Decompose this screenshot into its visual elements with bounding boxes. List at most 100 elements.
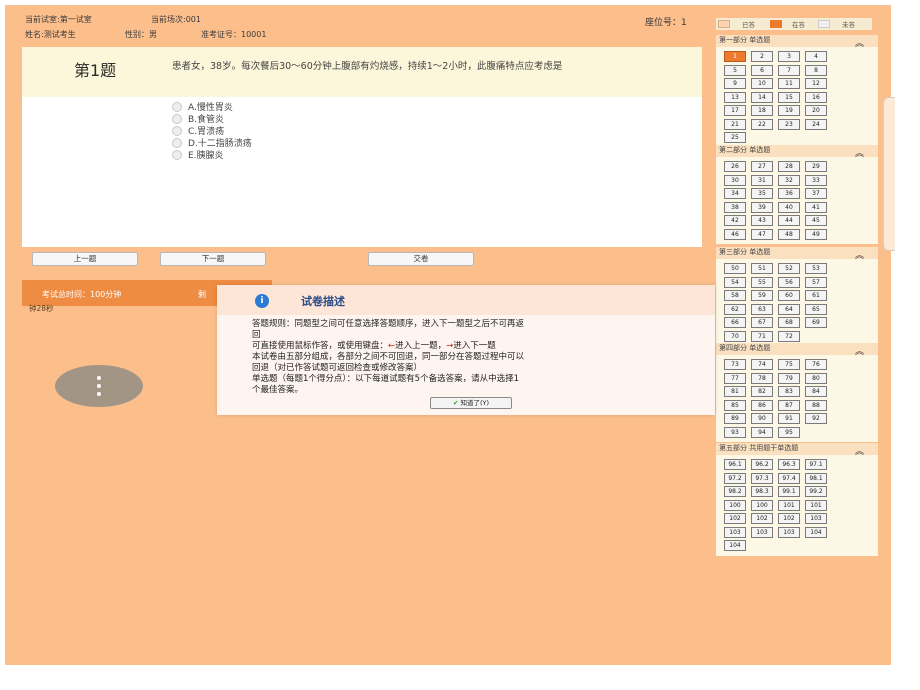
question-cell[interactable]: 50 — [724, 263, 746, 274]
question-cell[interactable]: 76 — [805, 359, 827, 370]
question-cell[interactable]: 36 — [778, 188, 800, 199]
question-cell[interactable]: 102 — [751, 513, 773, 524]
question-cell[interactable]: 95 — [778, 426, 800, 438]
question-cell[interactable]: 91 — [778, 413, 800, 424]
question-cell[interactable]: 26 — [724, 161, 746, 172]
question-cell[interactable]: 98.3 — [751, 486, 773, 497]
side-scroll-handle[interactable] — [883, 97, 895, 251]
submit-button[interactable]: 交卷 — [368, 252, 474, 266]
question-cell[interactable]: 43 — [751, 215, 773, 226]
question-cell[interactable]: 55 — [751, 276, 773, 288]
question-cell[interactable]: 23 — [778, 118, 800, 130]
question-cell[interactable]: 15 — [778, 91, 800, 103]
question-cell[interactable]: 1 — [724, 51, 746, 62]
question-cell[interactable]: 104 — [805, 526, 827, 538]
question-cell[interactable]: 46 — [724, 228, 746, 240]
question-cell[interactable]: 82 — [751, 386, 773, 397]
question-cell[interactable]: 44 — [778, 215, 800, 226]
question-cell[interactable]: 63 — [751, 303, 773, 315]
question-cell[interactable]: 67 — [751, 317, 773, 328]
question-cell[interactable]: 83 — [778, 386, 800, 397]
question-cell[interactable]: 48 — [778, 228, 800, 240]
question-cell[interactable]: 53 — [805, 263, 827, 274]
question-cell[interactable]: 7 — [778, 64, 800, 76]
question-cell[interactable]: 65 — [805, 303, 827, 315]
question-cell[interactable]: 78 — [751, 372, 773, 384]
question-cell[interactable]: 84 — [805, 386, 827, 397]
question-cell[interactable]: 77 — [724, 372, 746, 384]
question-cell[interactable]: 11 — [778, 78, 800, 89]
question-cell[interactable]: 97.2 — [724, 472, 746, 484]
prev-button[interactable]: 上一题 — [32, 252, 138, 266]
question-cell[interactable]: 21 — [724, 118, 746, 130]
question-cell[interactable]: 2 — [751, 51, 773, 62]
question-cell[interactable]: 73 — [724, 359, 746, 370]
question-cell[interactable]: 38 — [724, 201, 746, 213]
question-cell[interactable]: 27 — [751, 161, 773, 172]
question-cell[interactable]: 81 — [724, 386, 746, 397]
question-cell[interactable]: 62 — [724, 303, 746, 315]
question-cell[interactable]: 103 — [751, 526, 773, 538]
question-cell[interactable]: 79 — [778, 372, 800, 384]
question-cell[interactable]: 10 — [751, 78, 773, 89]
question-cell[interactable]: 20 — [805, 105, 827, 116]
question-cell[interactable]: 17 — [724, 105, 746, 116]
question-cell[interactable]: 72 — [778, 330, 800, 342]
question-cell[interactable]: 9 — [724, 78, 746, 89]
option-e[interactable]: E.胰腺炎 — [172, 148, 224, 161]
question-cell[interactable]: 87 — [778, 399, 800, 411]
question-cell[interactable]: 8 — [805, 64, 827, 76]
question-cell[interactable]: 99.2 — [805, 486, 827, 497]
question-cell[interactable]: 45 — [805, 215, 827, 226]
question-cell[interactable]: 3 — [778, 51, 800, 62]
question-cell[interactable]: 33 — [805, 174, 827, 186]
question-cell[interactable]: 57 — [805, 276, 827, 288]
question-cell[interactable]: 52 — [778, 263, 800, 274]
question-cell[interactable]: 92 — [805, 413, 827, 424]
question-cell[interactable]: 85 — [724, 399, 746, 411]
question-cell[interactable]: 25 — [724, 132, 746, 143]
question-cell[interactable]: 47 — [751, 228, 773, 240]
question-cell[interactable]: 103 — [724, 526, 746, 538]
question-cell[interactable]: 49 — [805, 228, 827, 240]
question-cell[interactable]: 100 — [751, 499, 773, 511]
question-cell[interactable]: 22 — [751, 118, 773, 130]
radio-icon[interactable] — [172, 101, 182, 112]
question-cell[interactable]: 88 — [805, 399, 827, 411]
question-cell[interactable]: 58 — [724, 290, 746, 301]
question-cell[interactable]: 14 — [751, 91, 773, 103]
question-cell[interactable]: 19 — [778, 105, 800, 116]
question-cell[interactable]: 71 — [751, 330, 773, 342]
question-cell[interactable]: 94 — [751, 426, 773, 438]
question-cell[interactable]: 97.3 — [751, 472, 773, 484]
question-cell[interactable]: 16 — [805, 91, 827, 103]
question-cell[interactable]: 104 — [724, 540, 746, 551]
question-cell[interactable]: 89 — [724, 413, 746, 424]
question-cell[interactable]: 103 — [778, 526, 800, 538]
question-cell[interactable]: 59 — [751, 290, 773, 301]
question-cell[interactable]: 61 — [805, 290, 827, 301]
acknowledge-button[interactable]: ✔ 知道了(Y) — [430, 397, 512, 409]
question-cell[interactable]: 37 — [805, 188, 827, 199]
question-cell[interactable]: 80 — [805, 372, 827, 384]
question-cell[interactable]: 90 — [751, 413, 773, 424]
question-cell[interactable]: 54 — [724, 276, 746, 288]
question-cell[interactable]: 41 — [805, 201, 827, 213]
question-cell[interactable]: 13 — [724, 91, 746, 103]
question-cell[interactable]: 99.1 — [778, 486, 800, 497]
question-cell[interactable]: 100 — [724, 499, 746, 511]
question-cell[interactable]: 75 — [778, 359, 800, 370]
question-cell[interactable]: 60 — [778, 290, 800, 301]
question-cell[interactable]: 86 — [751, 399, 773, 411]
question-cell[interactable]: 103 — [805, 513, 827, 524]
question-cell[interactable]: 51 — [751, 263, 773, 274]
question-cell[interactable]: 98.2 — [724, 486, 746, 497]
question-cell[interactable]: 34 — [724, 188, 746, 199]
question-cell[interactable]: 29 — [805, 161, 827, 172]
question-cell[interactable]: 96.1 — [724, 459, 746, 470]
question-cell[interactable]: 69 — [805, 317, 827, 328]
question-cell[interactable]: 102 — [724, 513, 746, 524]
question-cell[interactable]: 101 — [805, 499, 827, 511]
question-cell[interactable]: 6 — [751, 64, 773, 76]
question-cell[interactable]: 5 — [724, 64, 746, 76]
